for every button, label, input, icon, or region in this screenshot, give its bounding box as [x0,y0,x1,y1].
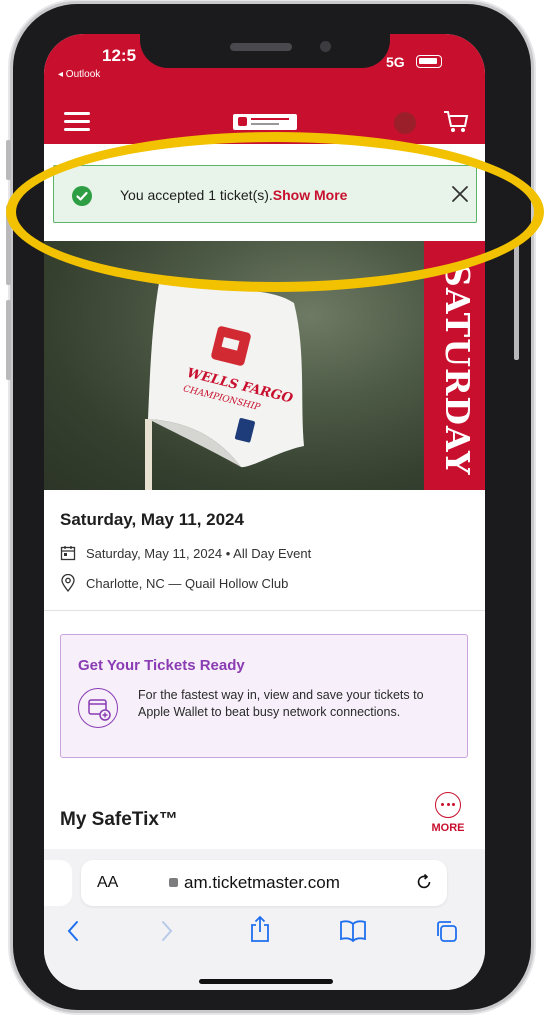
more-button[interactable]: MORE [424,792,472,834]
event-date-text: Saturday, May 11, 2024 • All Day Event [86,545,312,561]
safari-toolbar: AA am.ticketmaster.com [44,849,485,990]
speaker-grille [230,43,292,51]
event-logo[interactable] [233,114,297,130]
location-pin-icon [60,573,78,595]
event-venue-row: Charlotte, NC — Quail Hollow Club [60,573,289,595]
calendar-icon [60,545,78,564]
close-icon[interactable] [450,184,470,209]
reload-icon[interactable] [414,872,434,897]
event-date-row: Saturday, May 11, 2024 • All Day Event [60,545,311,564]
share-icon[interactable] [249,915,271,948]
phone-side-button [6,140,11,180]
home-indicator [199,979,333,984]
phone-volume-down [6,300,11,380]
tickets-ready-description: For the fastest way in, view and save yo… [138,688,424,719]
forward-arrow-icon[interactable] [160,919,174,948]
back-arrow-icon[interactable] [66,919,80,948]
more-dots-icon [435,792,461,818]
back-to-app-link[interactable]: ◂ Outlook [58,69,100,80]
safetix-heading: My SafeTix™ [60,809,178,830]
show-more-link[interactable]: Show More [273,187,348,203]
wallet-icon [78,688,118,728]
ticket-accepted-notification: You accepted 1 ticket(s).Show More [53,165,477,223]
golf-flag-image: WELLS FARGO CHAMPIONSHIP [145,277,304,490]
front-camera [320,41,331,52]
previous-tab-peek[interactable] [44,860,72,906]
url-field[interactable]: am.ticketmaster.com [169,873,340,893]
section-divider [44,610,485,611]
status-time: 12:5 [102,46,137,65]
battery-icon [416,55,442,68]
network-indicator: 5G [386,54,405,70]
menu-icon[interactable] [64,112,90,132]
notification-message: You accepted 1 ticket(s).Show More [120,187,347,203]
url-text: am.ticketmaster.com [184,873,340,892]
address-bar[interactable]: AA am.ticketmaster.com [81,860,447,906]
tickets-ready-card: Get Your Tickets Ready For the fastest w… [60,634,468,758]
lock-icon [169,878,178,887]
tickets-ready-title: Get Your Tickets Ready [78,657,245,674]
tabs-icon[interactable] [434,919,460,948]
event-title: Saturday, May 11, 2024 [60,510,244,529]
day-band: SATURDAY [424,241,485,490]
check-circle-icon [72,186,92,206]
phone-volume-up [6,205,11,285]
phone-power-button [514,240,519,360]
cart-icon[interactable] [442,108,470,139]
event-venue-text: Charlotte, NC — Quail Hollow Club [86,575,289,591]
phone-notch [140,34,390,68]
bookmarks-icon[interactable] [339,919,367,948]
app-header: 12:5 ◂ Outlook 5G [44,34,485,144]
notification-text: You accepted 1 ticket(s). [120,187,273,203]
phone-screen: 12:5 ◂ Outlook 5G You accepted 1 ticket(… [44,34,485,990]
account-icon[interactable] [394,112,416,134]
more-label: MORE [431,822,465,834]
event-hero-image: WELLS FARGO CHAMPIONSHIP SATURDAY [44,241,485,490]
day-label: SATURDAY [438,263,477,476]
reader-aa-button[interactable]: AA [97,874,118,892]
